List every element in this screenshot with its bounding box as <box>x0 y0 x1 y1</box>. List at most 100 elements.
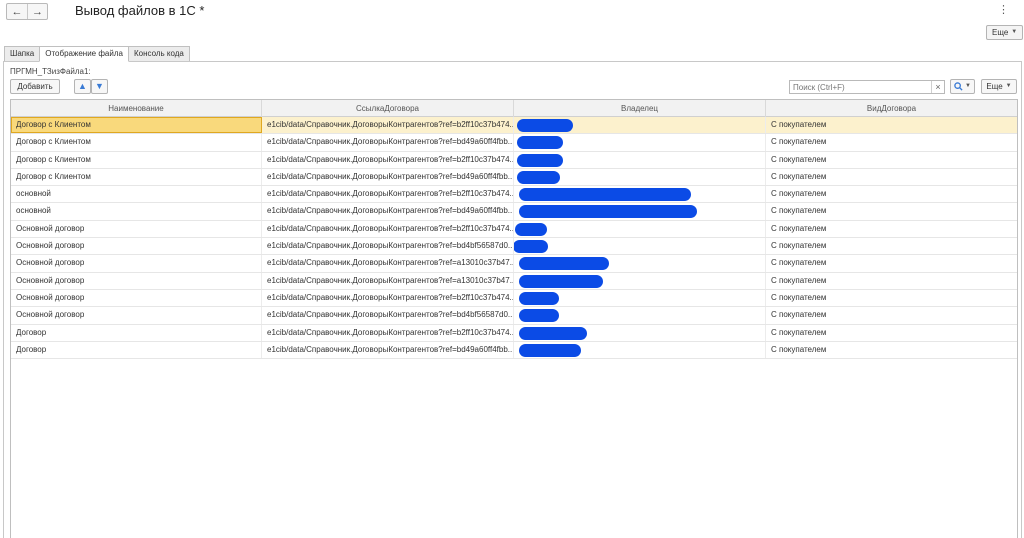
cell-name[interactable]: Основной договор <box>11 220 262 238</box>
cell-ref[interactable]: e1cib/data/Справочник.ДоговорыКонтрагент… <box>262 186 514 203</box>
table-row[interactable]: Основной договор e1cib/data/Справочник.До… <box>11 289 1017 308</box>
search-icon <box>954 82 963 91</box>
redaction-mark <box>517 153 563 167</box>
cell-owner[interactable] <box>514 168 766 186</box>
add-button[interactable]: Добавить <box>10 79 60 94</box>
table-row[interactable]: основной e1cib/data/Справочник.ДоговорыКо… <box>11 186 1017 204</box>
redaction-mark <box>519 274 603 288</box>
tab-header[interactable]: Шапка <box>4 46 41 61</box>
cell-name[interactable]: основной <box>11 203 262 220</box>
cell-owner[interactable] <box>514 341 766 359</box>
table-row[interactable]: Договор с Клиентом e1cib/data/Справочник.… <box>11 134 1017 152</box>
cell-name[interactable]: Договор с Клиентом <box>11 168 262 186</box>
redaction-mark <box>519 309 559 323</box>
tab-bar: Шапка Отображение файла Консоль кода <box>4 46 190 62</box>
cell-name[interactable]: Основной договор <box>11 255 262 272</box>
cell-kind[interactable]: С покупателем <box>766 152 1017 168</box>
cell-ref[interactable]: e1cib/data/Справочник.ДоговорыКонтрагент… <box>262 272 514 289</box>
cell-owner[interactable] <box>514 186 766 203</box>
cell-ref[interactable]: e1cib/data/Справочник.ДоговорыКонтрагент… <box>262 289 514 307</box>
more-button-table[interactable]: Еще ▼ <box>981 79 1017 94</box>
cell-ref[interactable]: e1cib/data/Справочник.ДоговорыКонтрагент… <box>262 220 514 238</box>
cell-owner[interactable] <box>514 220 766 238</box>
cell-ref[interactable]: e1cib/data/Справочник.ДоговорыКонтрагент… <box>262 255 514 272</box>
table-row[interactable]: Основной договор e1cib/data/Справочник.До… <box>11 238 1017 256</box>
cell-name[interactable]: Договор с Клиентом <box>11 117 262 134</box>
cell-owner[interactable] <box>514 255 766 272</box>
cell-ref[interactable]: e1cib/data/Справочник.ДоговорыКонтрагент… <box>262 324 514 341</box>
column-header-kind[interactable]: ВидДоговора <box>766 100 1017 117</box>
cell-ref[interactable]: e1cib/data/Справочник.ДоговорыКонтрагент… <box>262 134 514 151</box>
arrow-down-icon: ▼ <box>95 81 104 91</box>
cell-kind[interactable]: С покупателем <box>766 238 1017 254</box>
search-button[interactable]: ▼ <box>950 79 975 94</box>
cell-name[interactable]: Договор <box>11 341 262 359</box>
cell-owner[interactable] <box>514 272 766 289</box>
cell-ref[interactable]: e1cib/data/Справочник.ДоговорыКонтрагент… <box>262 151 514 168</box>
column-header-owner[interactable]: Владелец <box>514 100 766 117</box>
cell-kind[interactable]: С покупателем <box>766 186 1017 202</box>
table-row[interactable]: Договор с Клиентом e1cib/data/Справочник.… <box>11 168 1017 187</box>
cell-name[interactable]: Основной договор <box>11 272 262 289</box>
more-button-top[interactable]: Еще ▼ <box>986 25 1024 40</box>
cell-ref[interactable]: e1cib/data/Справочник.ДоговорыКонтрагент… <box>262 168 514 186</box>
table-row[interactable]: Основной договор e1cib/data/Справочник.До… <box>11 220 1017 239</box>
column-header-name[interactable]: Наименование <box>11 100 262 117</box>
cell-owner[interactable] <box>514 134 766 151</box>
cell-owner[interactable] <box>514 117 766 134</box>
table-row[interactable]: Договор с Клиентом e1cib/data/Справочник.… <box>11 151 1017 169</box>
cell-kind[interactable]: С покупателем <box>766 325 1017 341</box>
cell-owner[interactable] <box>514 151 766 168</box>
cell-kind[interactable]: С покупателем <box>766 255 1017 271</box>
cell-owner[interactable] <box>514 289 766 307</box>
column-header-ref[interactable]: СсылкаДоговора <box>262 100 514 117</box>
table-label: ПРГМН_ТЗизФайла1: <box>10 67 91 76</box>
table-row[interactable]: Основной договор e1cib/data/Справочник.До… <box>11 255 1017 273</box>
cell-name[interactable]: Основной договор <box>11 289 262 307</box>
cell-owner[interactable] <box>514 238 766 255</box>
cell-name[interactable]: основной <box>11 186 262 203</box>
cell-ref[interactable]: e1cib/data/Справочник.ДоговорыКонтрагент… <box>262 238 514 255</box>
cell-kind[interactable]: С покупателем <box>766 273 1017 289</box>
cell-owner[interactable] <box>514 203 766 220</box>
tab-file-display[interactable]: Отображение файла <box>39 46 129 62</box>
cell-kind[interactable]: С покупателем <box>766 307 1017 323</box>
table-header: Наименование СсылкаДоговора Владелец Вид… <box>11 100 1017 117</box>
cell-name[interactable]: Договор с Клиентом <box>11 151 262 168</box>
cell-ref[interactable]: e1cib/data/Справочник.ДоговорыКонтрагент… <box>262 341 514 359</box>
move-up-button[interactable]: ▲ <box>74 79 91 94</box>
tab-code-console[interactable]: Консоль кода <box>127 46 190 61</box>
table-row[interactable]: Основной договор e1cib/data/Справочник.До… <box>11 307 1017 325</box>
cell-kind[interactable]: С покупателем <box>766 169 1017 185</box>
cell-ref[interactable]: e1cib/data/Справочник.ДоговорыКонтрагент… <box>262 203 514 220</box>
back-icon[interactable]: ← <box>7 4 27 19</box>
cell-owner[interactable] <box>514 324 766 341</box>
arrow-up-icon: ▲ <box>78 81 87 91</box>
redaction-mark <box>519 291 559 305</box>
cell-kind[interactable]: С покупателем <box>766 117 1017 133</box>
cell-kind[interactable]: С покупателем <box>766 134 1017 150</box>
table-row[interactable]: Основной договор e1cib/data/Справочник.До… <box>11 272 1017 290</box>
kebab-menu-icon[interactable]: ⋮ <box>998 4 1009 16</box>
cell-owner[interactable] <box>514 307 766 324</box>
table-row[interactable]: Договор e1cib/data/Справочник.ДоговорыКон… <box>11 341 1017 360</box>
cell-ref[interactable]: e1cib/data/Справочник.ДоговорыКонтрагент… <box>262 117 514 134</box>
clear-icon[interactable]: × <box>931 81 944 93</box>
cell-name[interactable]: Договор <box>11 324 262 341</box>
navigation-buttons: ← → <box>6 3 48 20</box>
cell-ref[interactable]: e1cib/data/Справочник.ДоговорыКонтрагент… <box>262 307 514 324</box>
search-input[interactable] <box>790 81 932 93</box>
redaction-mark <box>519 343 581 357</box>
cell-kind[interactable]: С покупателем <box>766 221 1017 237</box>
forward-icon[interactable]: → <box>27 4 47 19</box>
table-row[interactable]: Договор e1cib/data/Справочник.ДоговорыКон… <box>11 324 1017 342</box>
table-row[interactable]: основной e1cib/data/Справочник.ДоговорыКо… <box>11 203 1017 221</box>
table-row[interactable]: Договор с Клиентом e1cib/data/Справочник.… <box>11 117 1017 135</box>
cell-kind[interactable]: С покупателем <box>766 203 1017 219</box>
cell-name[interactable]: Основной договор <box>11 307 262 324</box>
cell-name[interactable]: Договор с Клиентом <box>11 134 262 151</box>
cell-kind[interactable]: С покупателем <box>766 342 1017 358</box>
cell-name[interactable]: Основной договор <box>11 238 262 255</box>
cell-kind[interactable]: С покупателем <box>766 290 1017 306</box>
move-down-button[interactable]: ▼ <box>91 79 108 94</box>
